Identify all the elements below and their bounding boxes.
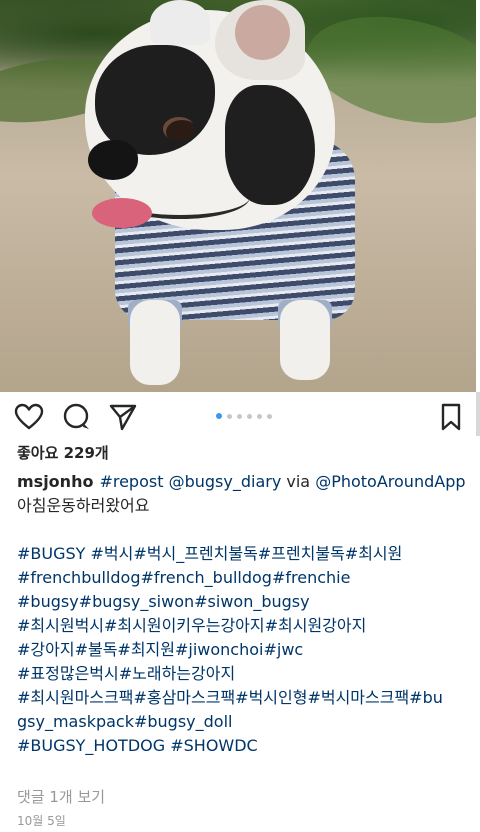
hashtag-line[interactable]: #frenchbulldog#french_bulldog#frenchie bbox=[17, 566, 472, 590]
caption-text: 아침운동하러왔어요 bbox=[17, 496, 150, 515]
caption-text: via bbox=[286, 472, 311, 491]
hashtag-line[interactable]: #BUGSY #벅시#벅시_프렌치불독#프렌치불독#최시원 bbox=[17, 542, 472, 566]
hashtag-line[interactable]: #최시원벅시#최시원이키우는강아지#최시원강아지 bbox=[17, 614, 472, 638]
carousel-dot bbox=[267, 413, 272, 419]
bookmark-icon[interactable] bbox=[436, 402, 466, 432]
mention-link[interactable]: @bugsy_diary bbox=[169, 472, 282, 491]
username-link[interactable]: msjonho bbox=[17, 472, 93, 491]
hashtag-link[interactable]: #repost bbox=[99, 472, 163, 491]
mention-link[interactable]: @PhotoAroundApp bbox=[315, 472, 465, 491]
hashtag-line[interactable]: #bugsy#bugsy_siwon#siwon_bugsy bbox=[17, 590, 472, 614]
comment-icon[interactable] bbox=[62, 402, 92, 432]
scrollbar[interactable] bbox=[476, 392, 480, 436]
hashtag-line[interactable]: #표정많은벅시#노래하는강아지 bbox=[17, 662, 472, 686]
hashtag-block: #BUGSY #벅시#벅시_프렌치불독#프렌치불독#최시원 #frenchbul… bbox=[17, 542, 472, 758]
likes-count[interactable]: 좋아요 229개 bbox=[17, 442, 109, 463]
caption: msjonho #repost @bugsy_diary via @PhotoAr… bbox=[17, 470, 473, 518]
action-bar bbox=[0, 392, 476, 444]
carousel-dot bbox=[237, 413, 242, 419]
post-date: 10월 5일 bbox=[17, 814, 66, 828]
carousel-indicator bbox=[216, 412, 272, 420]
hashtag-line[interactable]: #최시원마스크팩#홍삼마스크팩#벅시인형#벅시마스크팩#bu bbox=[17, 686, 472, 710]
share-icon[interactable] bbox=[108, 402, 138, 432]
heart-icon[interactable] bbox=[14, 402, 44, 432]
post-photo[interactable] bbox=[0, 0, 476, 392]
carousel-dot bbox=[247, 413, 252, 419]
view-comments-link[interactable]: 댓글 1개 보기 bbox=[17, 786, 105, 807]
carousel-dot bbox=[216, 413, 222, 419]
carousel-dot bbox=[257, 413, 262, 419]
hashtag-line[interactable]: #강아지#불독#최지원#jiwonchoi#jwc bbox=[17, 638, 472, 662]
hashtag-line[interactable]: #BUGSY_HOTDOG #SHOWDC bbox=[17, 734, 472, 758]
hashtag-line[interactable]: gsy_maskpack#bugsy_doll bbox=[17, 710, 472, 734]
carousel-dot bbox=[227, 413, 232, 419]
